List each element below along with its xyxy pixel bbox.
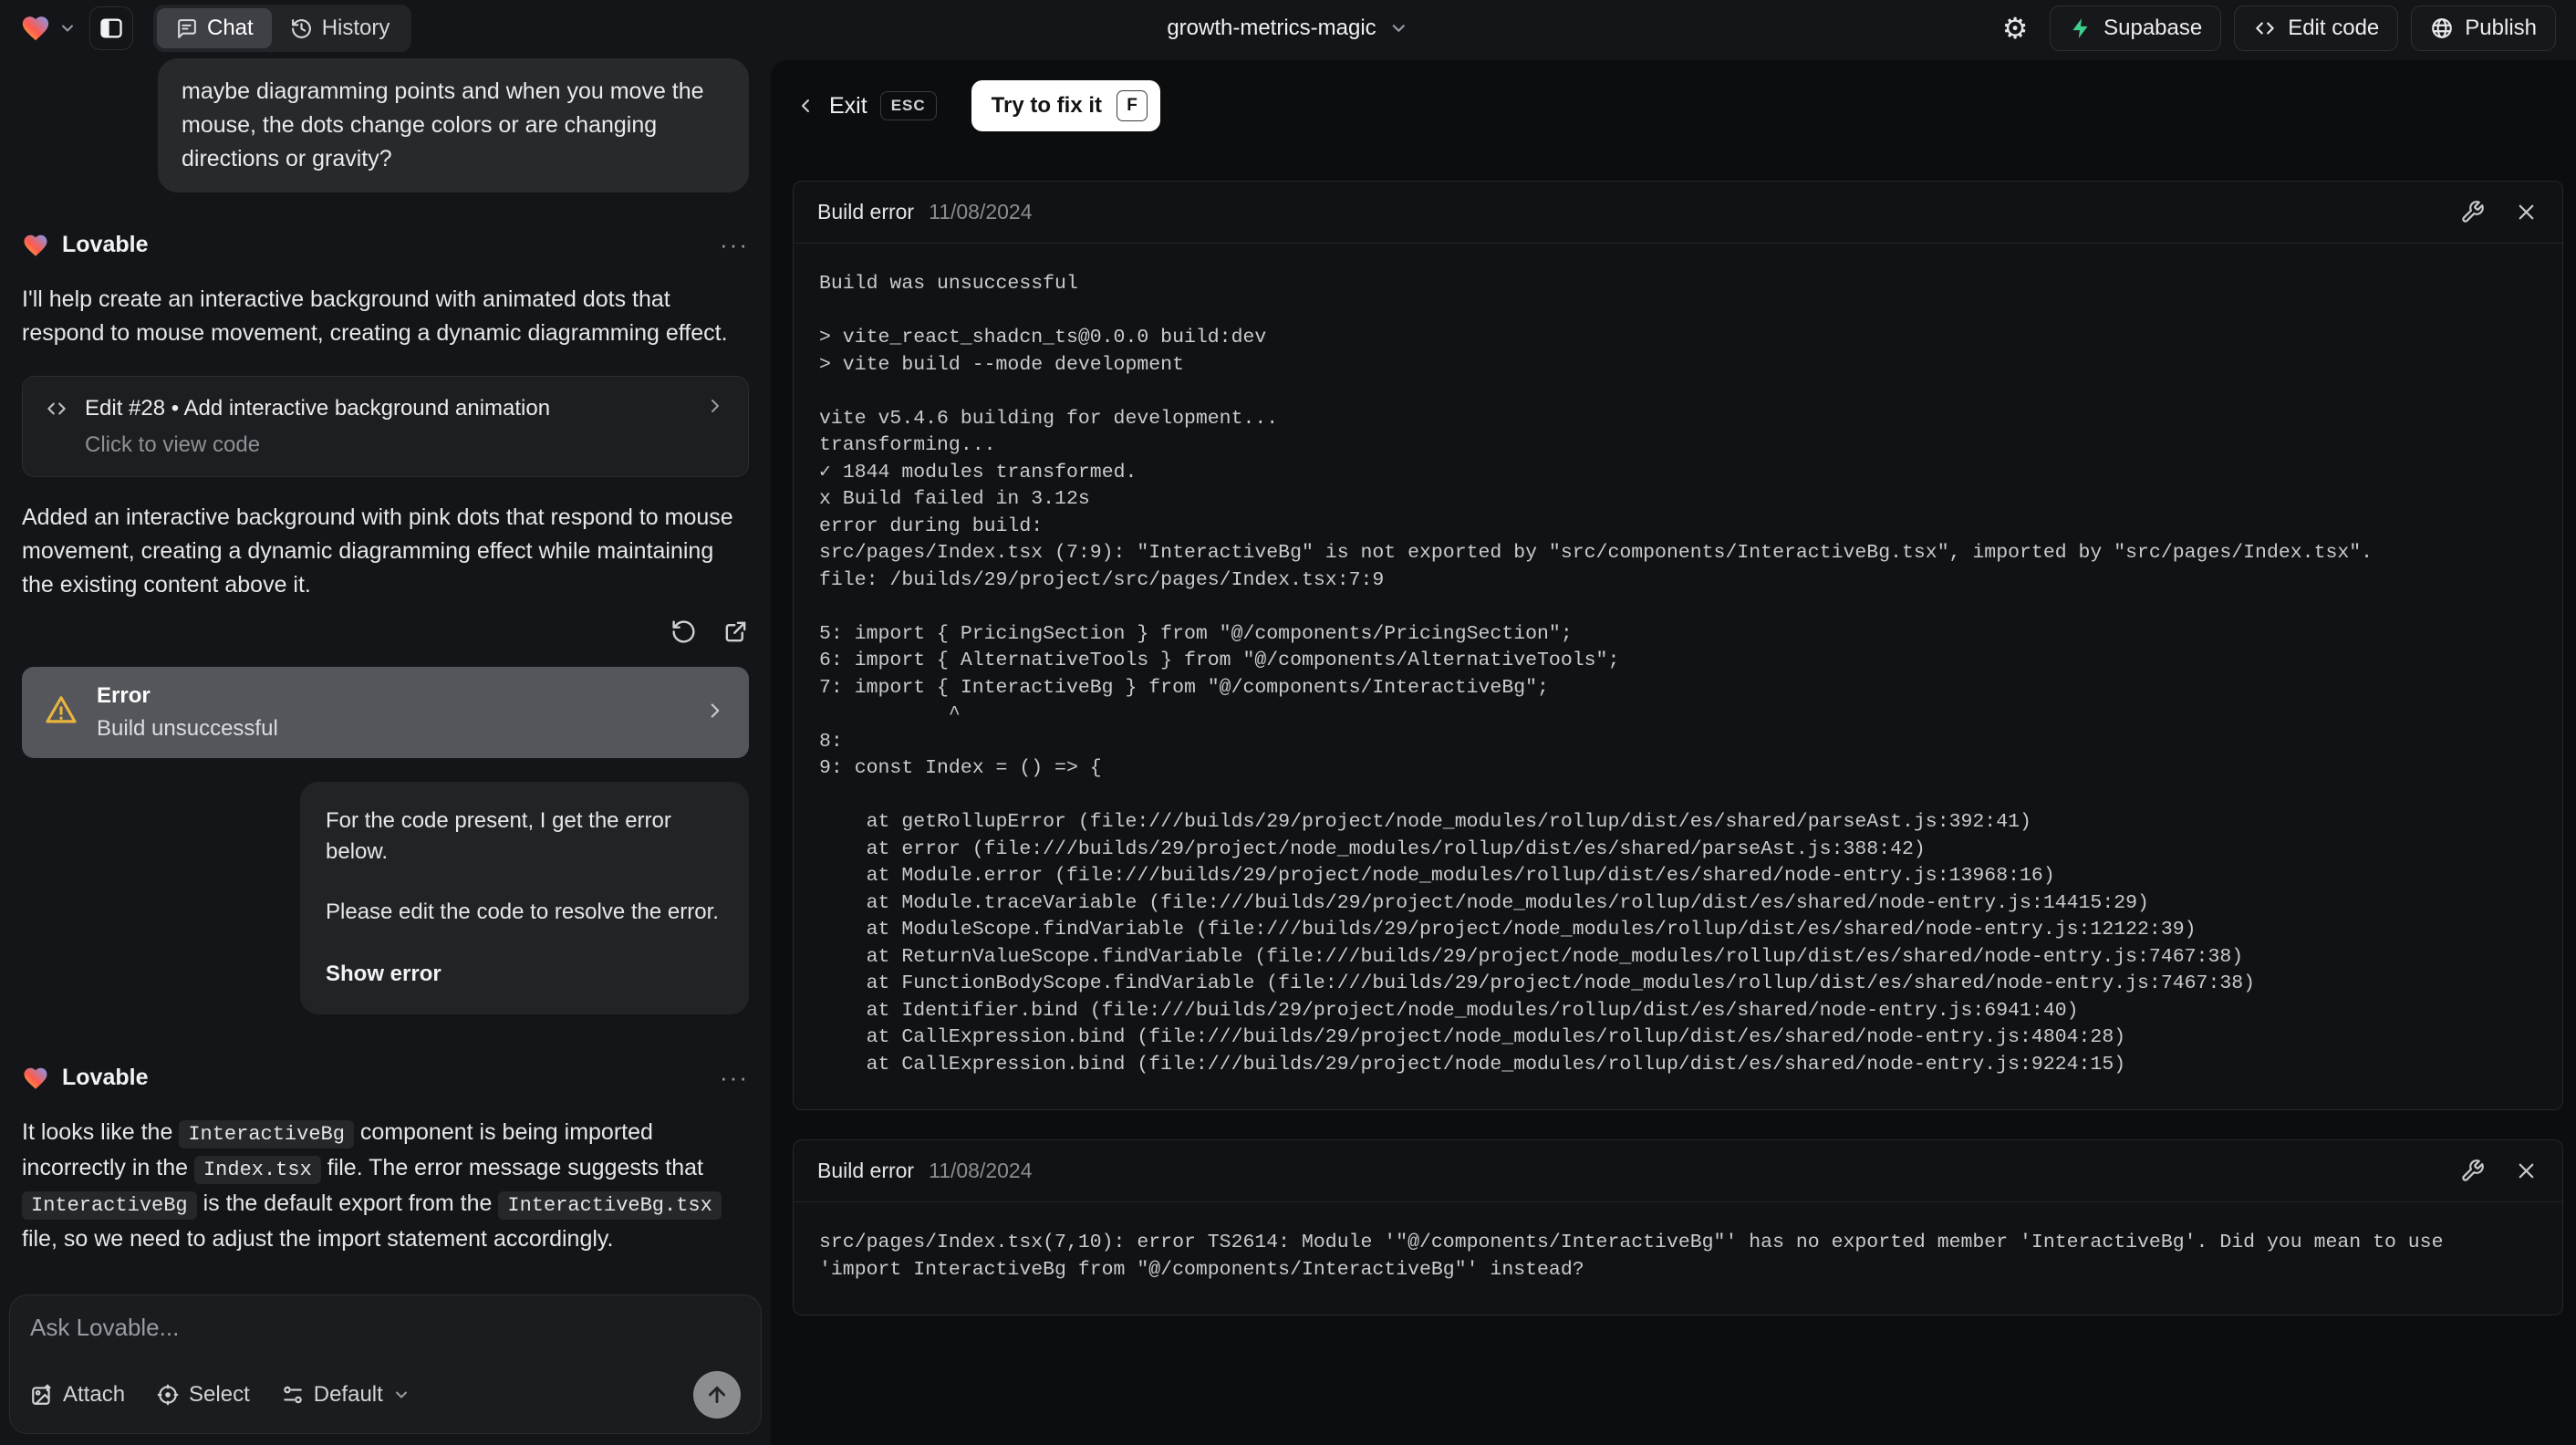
try-to-fix-button[interactable]: Try to fix it F xyxy=(971,80,1161,131)
build-error-date: 11/08/2024 xyxy=(929,200,1033,224)
build-error-title: Build error xyxy=(817,1159,915,1182)
tab-chat[interactable]: Chat xyxy=(157,8,272,48)
build-error-date: 11/08/2024 xyxy=(929,1159,1033,1182)
f-key-badge: F xyxy=(1117,90,1148,121)
assistant-name: Lovable xyxy=(62,232,149,257)
assistant-name: Lovable xyxy=(62,1065,149,1090)
preview-header: Exit ESC Try to fix it F xyxy=(771,60,2576,131)
sidebar-toggle-button[interactable] xyxy=(89,6,133,50)
build-error-title: Build error xyxy=(817,200,915,224)
send-button[interactable] xyxy=(693,1371,741,1419)
build-error-panel-header: Build error 11/08/2024 xyxy=(794,1140,2562,1202)
exit-button[interactable]: Exit ESC xyxy=(795,91,937,120)
assistant-summary: Added an interactive background with pin… xyxy=(22,504,733,598)
tab-history[interactable]: History xyxy=(272,8,409,48)
close-icon[interactable] xyxy=(2514,1159,2539,1183)
lovable-heart-icon xyxy=(22,16,49,41)
gear-icon: ⚙ xyxy=(2001,12,2029,45)
try-to-fix-label: Try to fix it xyxy=(991,93,1103,118)
message-actions xyxy=(22,619,749,645)
project-name: growth-metrics-magic xyxy=(1167,16,1376,40)
message-menu-button[interactable]: ··· xyxy=(720,231,749,259)
lovable-heart-icon xyxy=(24,234,47,256)
supabase-button[interactable]: Supabase xyxy=(2050,5,2222,51)
exit-label: Exit xyxy=(829,92,867,119)
chevron-down-icon xyxy=(1393,25,1406,32)
supabase-bolt-icon xyxy=(2072,18,2088,38)
preview-panel: Exit ESC Try to fix it F Build error 11/… xyxy=(771,60,2576,1445)
history-icon xyxy=(291,18,311,38)
tab-history-label: History xyxy=(321,16,390,40)
build-error-card[interactable]: Error Build unsuccessful xyxy=(22,667,749,758)
lovable-logo-menu[interactable] xyxy=(20,13,77,44)
topbar: Chat History growth-metrics-magic ⚙ Supa… xyxy=(0,0,2576,57)
chat-messages[interactable]: maybe diagramming points and when you mo… xyxy=(0,57,771,1287)
wrench-icon[interactable] xyxy=(2460,1159,2485,1183)
lovable-app: Chat History growth-metrics-magic ⚙ Supa… xyxy=(0,0,2576,1445)
chat-history-tabs: Chat History xyxy=(153,5,412,52)
warning-triangle-icon xyxy=(44,693,78,733)
chevron-right-icon xyxy=(703,699,727,727)
supabase-label: Supabase xyxy=(2103,16,2203,40)
lovable-heart-icon xyxy=(24,1067,47,1089)
chevron-left-icon xyxy=(802,99,809,112)
assistant-header: Lovable ··· xyxy=(22,1064,749,1092)
edit-card-subtitle: Click to view code xyxy=(85,432,261,457)
sliders-icon xyxy=(284,1386,302,1404)
esc-key-badge: ESC xyxy=(879,91,937,120)
project-switcher[interactable]: growth-metrics-magic xyxy=(1167,0,1408,57)
panel-left-icon xyxy=(100,18,122,38)
model-selector[interactable]: Default xyxy=(281,1382,410,1408)
assistant-header: Lovable ··· xyxy=(22,231,749,259)
target-icon xyxy=(157,1384,179,1406)
edit-code-button[interactable]: Edit code xyxy=(2234,5,2399,51)
chevron-down-icon xyxy=(395,1391,407,1398)
user-message: For the code present, I get the error be… xyxy=(300,782,749,1014)
edit-card-28[interactable]: Edit #28 • Add interactive background an… xyxy=(22,376,749,477)
chat-bubble-icon xyxy=(178,18,196,38)
chevron-right-icon xyxy=(704,395,726,421)
attach-button[interactable]: Attach xyxy=(30,1382,125,1408)
code-brackets-icon xyxy=(2256,22,2274,35)
chat-input[interactable] xyxy=(30,1314,741,1361)
assistant-fix-paragraph: It looks like the InteractiveBg componen… xyxy=(22,1116,749,1256)
build-error-panel-1: Build error 11/08/2024 Build was unsucce… xyxy=(793,181,2563,1110)
user-message: maybe diagramming points and when you mo… xyxy=(158,58,749,192)
settings-button[interactable]: ⚙ xyxy=(1993,6,2037,50)
arrow-up-icon xyxy=(709,1387,725,1403)
code-brackets-icon xyxy=(47,402,66,414)
publish-button[interactable]: Publish xyxy=(2411,5,2556,51)
globe-icon xyxy=(2432,18,2453,38)
restore-icon[interactable] xyxy=(670,619,697,645)
tab-chat-label: Chat xyxy=(207,16,254,40)
select-element-button[interactable]: Select xyxy=(156,1382,250,1408)
edit-code-label: Edit code xyxy=(2288,16,2380,40)
model-label: Default xyxy=(313,1382,383,1407)
show-error-link[interactable]: Show error xyxy=(326,957,723,991)
user-message-line: Please edit the code to resolve the erro… xyxy=(326,899,719,924)
wrench-icon[interactable] xyxy=(2460,200,2485,224)
open-external-icon[interactable] xyxy=(722,619,749,645)
message-menu-button[interactable]: ··· xyxy=(720,1064,749,1092)
edit-card-title: Edit #28 • Add interactive background an… xyxy=(85,395,551,421)
build-error-panel-header: Build error 11/08/2024 xyxy=(794,182,2562,244)
image-attach-icon xyxy=(32,1384,51,1405)
user-message-line: For the code present, I get the error be… xyxy=(326,808,671,864)
chat-panel: maybe diagramming points and when you mo… xyxy=(0,57,771,1445)
composer: Attach Select Default xyxy=(9,1294,762,1434)
select-label: Select xyxy=(189,1382,250,1407)
assistant-intro: I'll help create an interactive backgrou… xyxy=(22,286,728,346)
error-card-subtitle: Build unsuccessful xyxy=(97,716,278,741)
build-error-panel-2: Build error 11/08/2024 src/pages/Index.t… xyxy=(793,1139,2563,1315)
publish-label: Publish xyxy=(2465,16,2537,40)
close-icon[interactable] xyxy=(2514,200,2539,224)
attach-label: Attach xyxy=(63,1382,126,1407)
chevron-down-icon xyxy=(62,25,73,32)
error-card-title: Error xyxy=(97,683,151,708)
build-error-log[interactable]: Build was unsuccessful > vite_react_shad… xyxy=(819,271,2537,1078)
build-error-log[interactable]: src/pages/Index.tsx(7,10): error TS2614:… xyxy=(819,1230,2537,1284)
